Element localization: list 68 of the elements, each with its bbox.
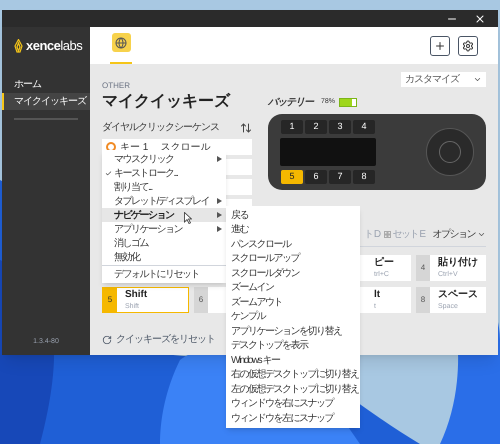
menu-item[interactable]: スクロールアップ [226,252,360,266]
key-number: 4 [416,255,430,281]
key-title: ピー [374,258,395,268]
menu-item[interactable]: キーストローク... [102,166,226,180]
device-key[interactable]: 4 [353,120,375,134]
menu-item[interactable]: ズームイン [226,280,360,295]
settings-icon [462,40,474,52]
menu-item[interactable]: 左の仮想デスクトップに切り替え [226,382,360,396]
check-icon [105,170,112,176]
menu-item[interactable]: ズームアウト [226,295,360,310]
sidebar-item[interactable]: マイクイッキーズ [2,93,90,110]
menu-item[interactable]: 右の仮想デスクトップに切り替え [226,368,360,382]
globe-icon [115,36,127,48]
flame-logo-icon [14,38,23,52]
page-title: マイクイッキーズ [102,92,232,112]
dial-sequence-label: ダイヤルクリックシーケンス [102,121,219,135]
menu-item[interactable]: デスクトップを表示 [226,338,360,353]
chevron-down-icon [477,230,486,239]
submenu-arrow-icon [217,212,222,218]
device-key[interactable]: 3 [329,120,351,134]
section-label: OTHER [102,80,131,92]
key-number: 5 [103,288,117,312]
menu-item[interactable]: タブレット/ディスプレイ [102,194,226,208]
key-title: スペース [438,290,478,300]
menu-item[interactable]: パンスクロール [226,237,360,252]
menu-item[interactable]: マウスクリック [102,152,226,166]
menu-item[interactable]: アプリケーション [102,222,226,236]
device-key[interactable]: 8 [353,170,375,184]
device-key[interactable]: 2 [305,120,327,134]
menu-item[interactable]: 無効化 [102,250,226,264]
battery-label: バッテリー [268,96,313,110]
key-title: Shift [125,290,148,300]
menu-item[interactable]: ナビゲーション [102,208,226,222]
key-title: lt [374,290,382,300]
menu-item[interactable]: ウィンドウを右にスナップ [226,396,360,411]
chevron-down-icon [473,75,482,84]
plus-icon [434,40,446,52]
submenu-arrow-icon [217,226,222,232]
menu-item[interactable]: 戻る [226,208,360,222]
menu-item[interactable]: 消しゴム [102,236,226,250]
dial-knob [426,128,474,176]
submenu-arrow-icon [217,198,222,204]
menu-item[interactable]: 進む [226,222,360,237]
close-icon[interactable] [474,12,486,24]
menu-item[interactable]: スクロールダウン [226,266,360,280]
key-title: 貼り付け [438,258,478,268]
brand-logo-text: xencelabs [26,36,82,55]
device-key[interactable]: 7 [329,170,351,184]
add-button[interactable] [430,36,450,56]
device-key[interactable]: 6 [305,170,327,184]
sidebar-item[interactable]: ホーム [2,76,90,93]
menu-item[interactable]: ケンプル [226,310,360,324]
key-number: 6 [194,287,208,313]
menu-item[interactable]: デフォルトにリセット [102,267,226,281]
menu-item[interactable]: アプリケーションを切り替え [226,324,360,338]
options-menu[interactable]: オプション [432,227,486,242]
mouse-pointer-icon [184,212,192,224]
refresh-icon [102,334,112,344]
profile-dropdown[interactable]: カスタマイズ [401,72,486,87]
settings-button[interactable] [458,36,478,56]
key-number: 8 [416,287,430,313]
sort-icon[interactable] [240,122,252,134]
menu-item[interactable]: 割り当て... [102,180,226,194]
device-key[interactable]: 1 [281,120,303,134]
menu-item[interactable]: Windows キー [226,353,360,368]
submenu-arrow-icon [217,156,222,162]
menu-item[interactable]: ウィンドウを左にスナップ [226,411,360,426]
device-key[interactable]: 5 [281,170,303,184]
